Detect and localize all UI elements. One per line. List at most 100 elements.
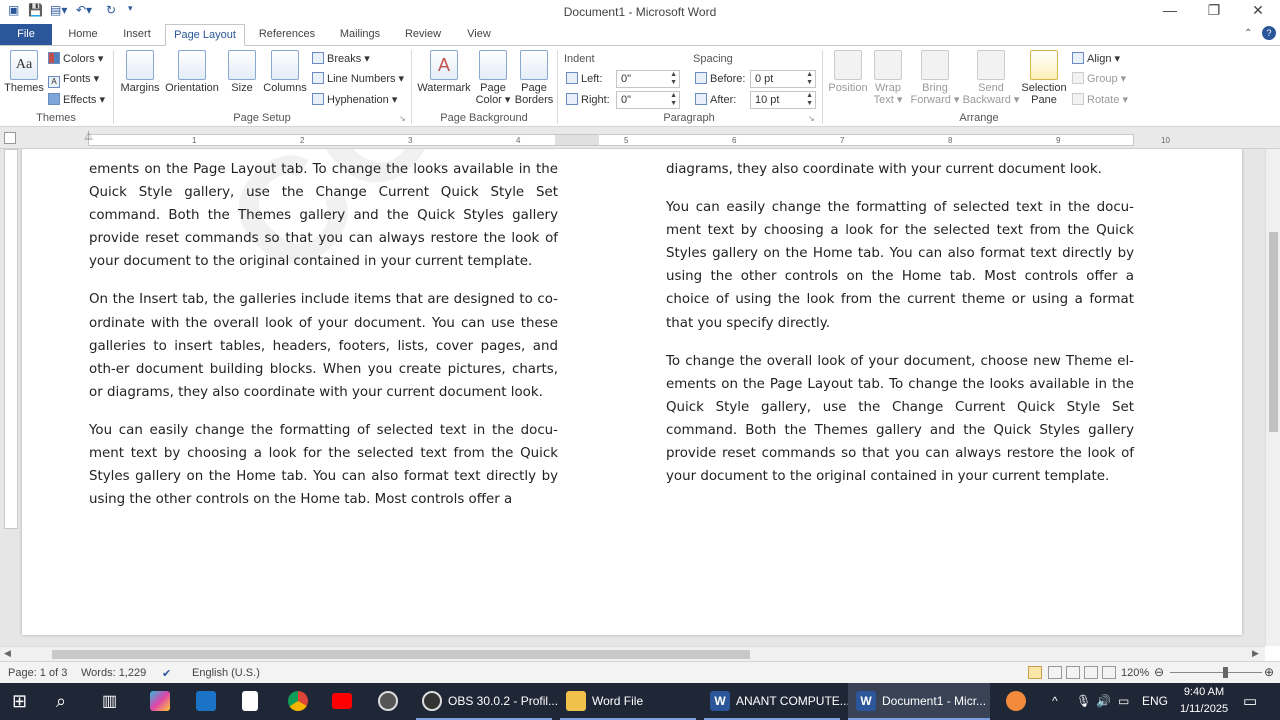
margins-button[interactable]: Margins [118, 50, 162, 94]
dialog-launcher-icon[interactable]: ↘ [808, 114, 815, 123]
group-objects-button[interactable]: Group ▾ [1072, 71, 1126, 87]
zoom-out-icon[interactable]: ⊖ [1154, 665, 1164, 679]
microphone-icon[interactable]: 🎙 [1076, 683, 1091, 720]
wrap-text-button[interactable]: Wrap Text ▾ [870, 50, 906, 106]
print-layout-view-icon[interactable] [1028, 666, 1042, 679]
minimize-button[interactable]: — [1150, 2, 1190, 22]
align-button[interactable]: Align ▾ [1072, 51, 1120, 67]
notifications-icon[interactable]: ▭ [1243, 683, 1257, 720]
word-count[interactable]: Words: 1,229 [81, 667, 146, 679]
zoom-slider[interactable] [1170, 672, 1262, 673]
search-icon[interactable]: ⌕ [56, 683, 66, 720]
notepad-icon[interactable] [242, 691, 258, 711]
tab-mailings[interactable]: Mailings [330, 24, 390, 46]
spin-arrows-icon[interactable]: ▲ ▼ [806, 92, 813, 108]
paragraph[interactable]: ements on the Page Layout tab. To change… [89, 158, 558, 273]
vertical-scroll-thumb[interactable] [1269, 232, 1278, 432]
task-view-icon[interactable]: ▥ [102, 683, 117, 720]
tab-insert[interactable]: Insert [112, 24, 162, 46]
paragraph[interactable]: You can easily change the formatting of … [89, 419, 558, 511]
vertical-ruler[interactable] [4, 149, 18, 529]
tab-file[interactable]: File [0, 24, 52, 46]
paragraph[interactable]: diagrams, they also coordinate with your… [666, 158, 1134, 181]
show-hidden-icons[interactable]: ^ [1052, 683, 1058, 720]
size-button[interactable]: Size [224, 50, 260, 94]
speaker-icon[interactable]: 🔊 [1096, 683, 1111, 720]
tab-review[interactable]: Review [398, 24, 448, 46]
horizontal-ruler[interactable]: 1 2 3 4 5 6 7 8 9 10 ⏅ [0, 127, 1280, 149]
selection-pane-button[interactable]: Selection Pane [1020, 50, 1068, 106]
paragraph[interactable]: You can easily change the formatting of … [666, 196, 1134, 335]
proofing-icon[interactable]: ✔ [162, 667, 171, 680]
collapse-ribbon-icon[interactable]: ⌃ [1244, 28, 1252, 39]
colors-button[interactable]: Colors ▾ [48, 51, 103, 67]
tab-page-layout[interactable]: Page Layout [165, 24, 245, 46]
zoom-level[interactable]: 120% [1121, 667, 1149, 679]
zoom-in-icon[interactable]: ⊕ [1264, 665, 1274, 679]
dialog-launcher-icon[interactable]: ↘ [399, 114, 406, 123]
tab-references[interactable]: References [252, 24, 322, 46]
tab-selector-icon[interactable] [4, 132, 16, 144]
paragraph[interactable]: On the Insert tab, the galleries include… [89, 288, 558, 403]
fonts-button[interactable]: A Fonts ▾ [48, 71, 99, 88]
rotate-button[interactable]: Rotate ▾ [1072, 92, 1128, 108]
spacing-after-input[interactable]: 10 pt ▲ ▼ [750, 91, 816, 109]
close-button[interactable]: ✕ [1238, 2, 1278, 22]
page-borders-button[interactable]: Page Borders [514, 50, 554, 106]
taskbar-item-word-file[interactable]: Word File [560, 683, 696, 720]
spin-arrows-icon[interactable]: ▲ ▼ [670, 71, 677, 87]
ruler-bar[interactable]: 1 2 3 4 5 6 7 8 9 10 [88, 134, 1170, 146]
spacing-before-input[interactable]: 0 pt ▲ ▼ [750, 70, 816, 88]
line-numbers-button[interactable]: Line Numbers ▾ [312, 71, 404, 87]
youtube-icon[interactable] [332, 693, 352, 709]
store-icon[interactable] [196, 691, 216, 711]
indent-left-input[interactable]: 0" ▲ ▼ [616, 70, 680, 88]
horizontal-scroll-thumb[interactable] [52, 650, 750, 659]
full-screen-reading-icon[interactable] [1048, 666, 1062, 679]
taskbar-item-obs[interactable]: OBS 30.0.2 - Profil... [416, 683, 558, 720]
columns-button[interactable]: Columns [262, 50, 308, 94]
spin-arrows-icon[interactable]: ▲ ▼ [806, 71, 813, 87]
copilot-icon[interactable] [150, 691, 170, 711]
page-color-button[interactable]: Page Color ▾ [474, 50, 512, 106]
indent-marker-icon[interactable]: ⏅ [84, 129, 93, 142]
restore-button[interactable]: ❐ [1194, 2, 1234, 22]
clock-date[interactable]: 1/11/2025 [1176, 703, 1232, 715]
weather-icon[interactable] [1006, 691, 1026, 711]
windows-start-icon[interactable]: ⊞ [12, 683, 27, 720]
paragraph[interactable]: To change the overall look of your docum… [666, 350, 1134, 489]
media-player-icon[interactable] [378, 691, 398, 711]
clock-time[interactable]: 9:40 AM [1178, 686, 1230, 698]
outline-view-icon[interactable] [1084, 666, 1098, 679]
chrome-icon[interactable] [288, 691, 308, 711]
effects-button[interactable]: Effects ▾ [48, 92, 105, 108]
web-layout-icon[interactable] [1066, 666, 1080, 679]
breaks-button[interactable]: Breaks ▾ [312, 51, 370, 67]
document-page[interactable]: CONFIDENTIAL ements on the Page Layout t… [22, 149, 1242, 635]
help-icon[interactable]: ? [1262, 26, 1276, 40]
network-icon[interactable]: ▭ [1118, 683, 1129, 720]
taskbar-item-anant[interactable]: W ANANT COMPUTE... [704, 683, 850, 720]
taskbar-item-document1[interactable]: W Document1 - Micr... [848, 683, 990, 720]
vertical-scrollbar[interactable] [1265, 149, 1280, 646]
tab-home[interactable]: Home [58, 24, 108, 46]
horizontal-scrollbar[interactable]: ◀ ▶ [0, 646, 1265, 661]
scroll-left-icon[interactable]: ◀ [4, 648, 11, 659]
right-column[interactable]: diagrams, they also coordinate with your… [666, 158, 1134, 503]
themes-button[interactable]: Aa Themes [4, 50, 44, 94]
tab-view[interactable]: View [456, 24, 502, 46]
left-column[interactable]: ements on the Page Layout tab. To change… [89, 158, 558, 526]
watermark-button[interactable]: A Watermark [416, 50, 472, 94]
draft-view-icon[interactable] [1102, 666, 1116, 679]
bring-forward-button[interactable]: Bring Forward ▾ [908, 50, 962, 106]
language[interactable]: English (U.S.) [192, 667, 260, 679]
orientation-button[interactable]: Orientation [164, 50, 220, 94]
indent-right-input[interactable]: 0" ▲ ▼ [616, 91, 680, 109]
spin-arrows-icon[interactable]: ▲ ▼ [670, 92, 677, 108]
send-backward-button[interactable]: Send Backward ▾ [962, 50, 1020, 106]
input-language[interactable]: ENG [1142, 683, 1168, 720]
position-button[interactable]: Position [826, 50, 870, 94]
column-gap-marker[interactable] [555, 135, 599, 145]
page-count[interactable]: Page: 1 of 3 [8, 667, 67, 679]
hyphenation-button[interactable]: Hyphenation ▾ [312, 92, 397, 108]
